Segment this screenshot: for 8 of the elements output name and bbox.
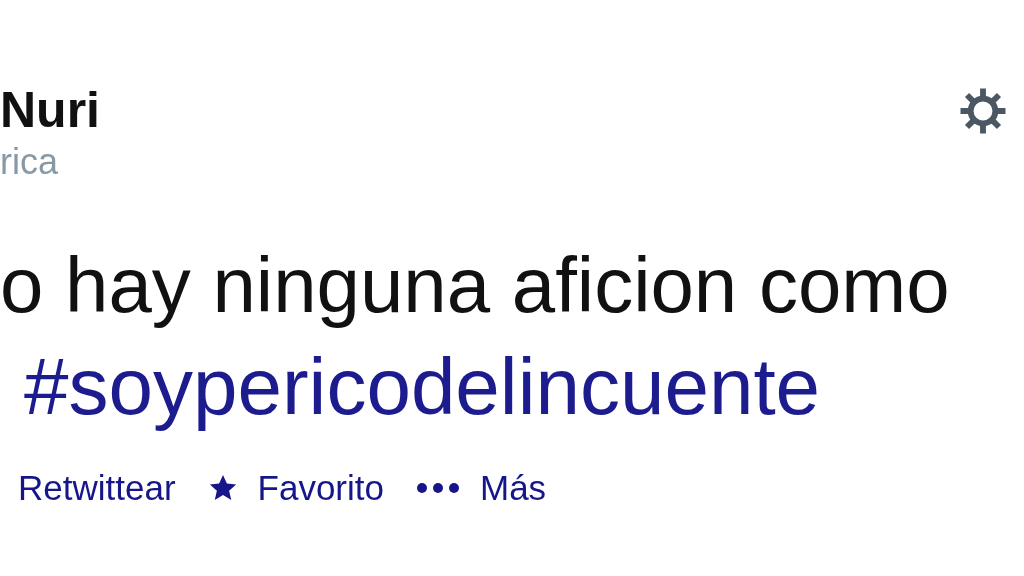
tweet-action-link[interactable]: Retwittear xyxy=(18,468,176,508)
author-name: Nuri xyxy=(0,81,100,140)
tweet-action-link[interactable]: Favorito xyxy=(257,468,384,508)
tweet-text: o hay ninguna aficion como xyxy=(0,240,951,330)
tweet-action-link[interactable]: Más xyxy=(480,468,547,508)
author-handle: rica xyxy=(0,140,59,184)
hashtag-link[interactable]: #soypericodelincuente xyxy=(24,342,821,432)
more-dots-icon xyxy=(416,482,460,494)
